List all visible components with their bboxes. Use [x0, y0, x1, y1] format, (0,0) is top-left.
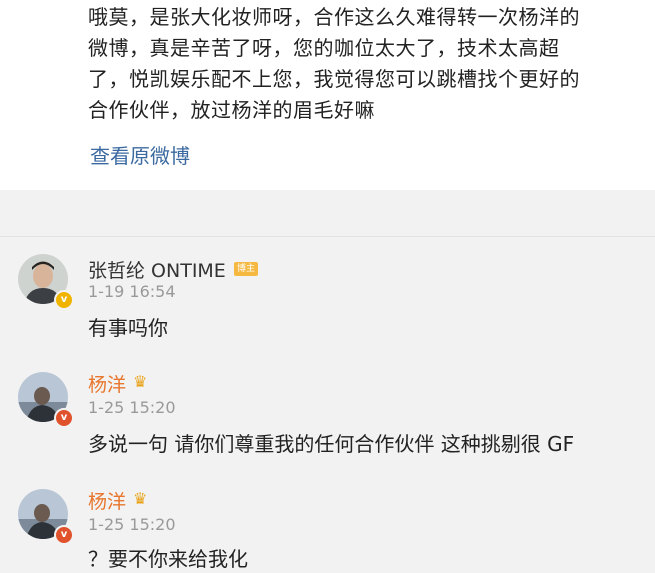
comment-text: 多说一句 请你们尊重我的任何合作伙伴 这种挑剔很 GF	[88, 432, 575, 456]
author-badge: 博主	[234, 262, 259, 276]
comment-time: 1-25 15:20	[88, 515, 176, 534]
comment-username[interactable]: 杨洋	[88, 370, 126, 397]
quoted-post: 哦莫，是张大化妆师呀，合作这么久难得转一次杨洋的 微博，真是辛苦了呀，您的咖位太…	[0, 0, 655, 190]
quoted-post-text: 哦莫，是张大化妆师呀，合作这么久难得转一次杨洋的 微博，真是辛苦了呀，您的咖位太…	[88, 5, 580, 122]
comment-item: v 张哲纶 ONTIME 博主 1-19 16:54 有事吗你	[0, 252, 655, 367]
comment-text: 有事吗你	[88, 316, 168, 340]
comment-username[interactable]: 杨洋	[88, 487, 126, 514]
view-original-link[interactable]: 查看原微博	[90, 140, 190, 169]
comment-item: v 杨洋 ♛ 1-25 15:20 ？要不你来给我化	[0, 485, 655, 573]
comment-time: 1-25 15:20	[88, 398, 176, 417]
verified-badge-icon: v	[54, 525, 74, 545]
comment-username[interactable]: 张哲纶 ONTIME	[88, 256, 226, 283]
crown-icon: ♛	[133, 489, 148, 508]
verified-badge-icon: v	[54, 408, 74, 428]
comment-time: 1-19 16:54	[88, 282, 176, 301]
divider	[0, 236, 655, 237]
crown-icon: ♛	[133, 372, 148, 391]
comment-text: ？要不你来给我化	[88, 547, 248, 571]
verified-badge-icon: v	[54, 290, 74, 310]
comment-item: v 杨洋 ♛ 1-25 15:20 多说一句 请你们尊重我的任何合作伙伴 这种挑…	[0, 368, 655, 483]
